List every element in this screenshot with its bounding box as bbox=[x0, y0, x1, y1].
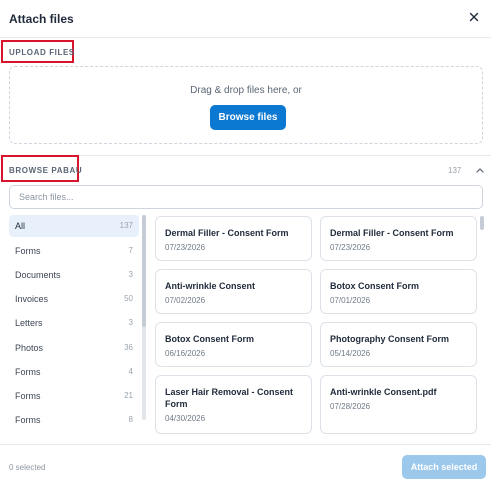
file-title: Dermal Filler - Consent Form bbox=[165, 228, 289, 238]
file-card[interactable]: Photography Consent Form 05/14/2026 bbox=[320, 322, 477, 367]
file-title: Photography Consent Form bbox=[330, 334, 449, 344]
category-count: 50 bbox=[124, 294, 133, 303]
category-scrollbar-thumb[interactable] bbox=[142, 215, 146, 327]
file-title: Botox Consent Form bbox=[330, 281, 419, 291]
category-count: 7 bbox=[128, 246, 133, 255]
category-count: 36 bbox=[124, 343, 133, 352]
attach-files-dialog: Attach files UPLOAD FILES Drag & drop fi… bbox=[0, 0, 491, 484]
file-date: 05/14/2026 bbox=[330, 349, 371, 358]
category-count: 4 bbox=[128, 367, 133, 376]
category-label: Documents bbox=[15, 270, 61, 280]
file-card[interactable]: Botox Consent Form 06/16/2026 bbox=[155, 322, 312, 367]
file-card[interactable]: Anti-wrinkle Consent 07/02/2026 bbox=[155, 269, 312, 314]
browse-pabau-label: BROWSE PABAU bbox=[9, 166, 83, 175]
attach-selected-button[interactable]: Attach selected bbox=[402, 455, 486, 479]
category-label: Letters bbox=[15, 318, 43, 328]
category-all[interactable]: All 137 bbox=[9, 215, 139, 237]
category-count: 21 bbox=[124, 391, 133, 400]
file-title: Anti-wrinkle Consent bbox=[165, 281, 256, 291]
file-date: 07/28/2026 bbox=[330, 402, 371, 411]
category-count: 137 bbox=[119, 221, 133, 230]
file-date: 04/30/2026 bbox=[165, 414, 206, 423]
file-card[interactable]: Anti-wrinkle Consent.pdf 07/28/2026 bbox=[320, 375, 477, 434]
file-card[interactable]: Dermal Filler - Consent Form 07/23/2026 bbox=[320, 216, 477, 261]
category-label: All bbox=[15, 221, 26, 231]
file-date: 07/23/2026 bbox=[165, 243, 206, 252]
category-label: Forms bbox=[15, 246, 41, 256]
file-title: Dermal Filler - Consent Form bbox=[330, 228, 454, 238]
file-grid: Dermal Filler - Consent Form 07/23/2026 … bbox=[155, 216, 485, 438]
category-letters[interactable]: Letters 3 bbox=[9, 312, 139, 334]
file-title: Laser Hair Removal - Consent Form bbox=[165, 387, 294, 409]
chevron-up-icon[interactable] bbox=[476, 167, 484, 173]
file-title: Anti-wrinkle Consent.pdf bbox=[330, 387, 437, 397]
search-files-input[interactable] bbox=[9, 185, 483, 209]
file-card[interactable]: Laser Hair Removal - Consent Form 04/30/… bbox=[155, 375, 312, 434]
file-dropzone[interactable]: Drag & drop files here, or Browse files bbox=[9, 66, 483, 144]
category-count: 3 bbox=[128, 270, 133, 279]
category-label: Photos bbox=[15, 343, 44, 353]
file-title: Botox Consent Form bbox=[165, 334, 254, 344]
category-invoices[interactable]: Invoices 50 bbox=[9, 288, 139, 310]
category-label: Forms bbox=[15, 415, 41, 425]
category-label: Invoices bbox=[15, 294, 49, 304]
dropzone-text: Drag & drop files here, or bbox=[190, 85, 302, 96]
total-files-count: 137 bbox=[448, 166, 462, 175]
category-forms-3[interactable]: Forms 21 bbox=[9, 385, 139, 407]
upload-files-label: UPLOAD FILES bbox=[9, 48, 75, 57]
close-icon[interactable] bbox=[467, 10, 481, 24]
file-date: 07/02/2026 bbox=[165, 296, 206, 305]
dialog-footer: 0 selected Attach selected bbox=[0, 444, 491, 484]
file-date: 06/16/2026 bbox=[165, 349, 206, 358]
file-date: 07/01/2026 bbox=[330, 296, 371, 305]
category-documents[interactable]: Documents 3 bbox=[9, 264, 139, 286]
category-count: 3 bbox=[128, 318, 133, 327]
category-count: 8 bbox=[128, 415, 133, 424]
category-label: Forms bbox=[15, 391, 41, 401]
category-list: All 137 Forms 7 Documents 3 Invoices 50 … bbox=[9, 215, 139, 430]
category-forms[interactable]: Forms 7 bbox=[9, 240, 139, 262]
dialog-title: Attach files bbox=[9, 12, 74, 26]
category-forms-4[interactable]: Forms 8 bbox=[9, 409, 139, 431]
file-card[interactable]: Dermal Filler - Consent Form 07/23/2026 bbox=[155, 216, 312, 261]
category-label: Forms bbox=[15, 367, 41, 377]
file-date: 07/23/2026 bbox=[330, 243, 371, 252]
dialog-header: Attach files bbox=[0, 0, 491, 38]
browse-files-button[interactable]: Browse files bbox=[210, 105, 286, 130]
selected-count: 0 selected bbox=[9, 463, 46, 472]
file-card[interactable]: Botox Consent Form 07/01/2026 bbox=[320, 269, 477, 314]
file-grid-scrollbar-thumb[interactable] bbox=[480, 216, 484, 230]
category-photos[interactable]: Photos 36 bbox=[9, 337, 139, 359]
category-forms-2[interactable]: Forms 4 bbox=[9, 361, 139, 383]
